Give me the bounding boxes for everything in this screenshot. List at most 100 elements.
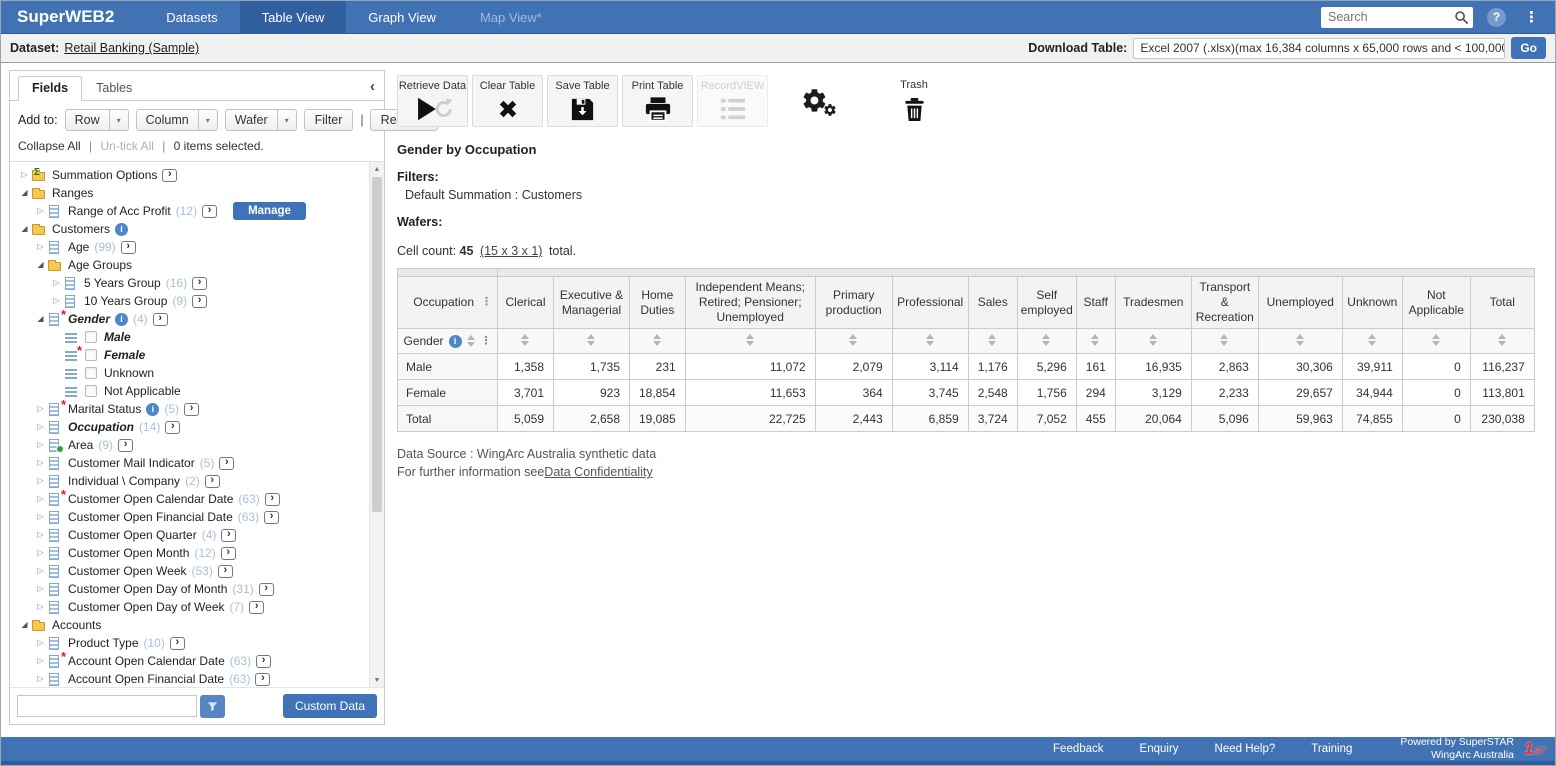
tree-item-area[interactable]: Area(9) <box>10 436 369 454</box>
sort-arrows-icon[interactable] <box>521 334 530 346</box>
expand-arrow-icon[interactable] <box>34 423 47 431</box>
sort-arrows-icon[interactable] <box>467 335 476 347</box>
expand-arrow-icon[interactable] <box>34 567 47 575</box>
chevron-down-icon[interactable] <box>198 110 217 130</box>
sort-arrows-icon[interactable] <box>1498 334 1507 346</box>
open-field-button[interactable] <box>184 403 199 416</box>
footer-link-enquiry[interactable]: Enquiry <box>1140 743 1179 755</box>
collapse-arrow-icon[interactable] <box>34 261 47 269</box>
sort-arrows-icon[interactable] <box>587 334 596 346</box>
add-to-column-button[interactable]: Column <box>136 109 218 131</box>
sort-arrows-icon[interactable] <box>1042 334 1051 346</box>
nav-item-map-view[interactable]: Map View* <box>458 1 564 33</box>
nav-item-table-view[interactable]: Table View <box>240 1 347 33</box>
tree-item-customer-open-week[interactable]: Customer Open Week(53) <box>10 562 369 580</box>
sort-arrows-icon[interactable] <box>746 334 755 346</box>
open-field-button[interactable] <box>192 277 207 290</box>
tab-tables[interactable]: Tables <box>82 76 146 101</box>
clear-table-button[interactable]: Clear Table <box>472 75 543 127</box>
open-field-button[interactable] <box>162 169 177 182</box>
tree-item-5-years-group[interactable]: 5 Years Group(16) <box>10 274 369 292</box>
collapse-arrow-icon[interactable] <box>18 621 31 629</box>
collapse-arrow-icon[interactable] <box>18 189 31 197</box>
sort-arrows-icon[interactable] <box>988 334 997 346</box>
tree-item-customer-open-day-of-month[interactable]: Customer Open Day of Month(31) <box>10 580 369 598</box>
expand-arrow-icon[interactable] <box>18 171 31 179</box>
custom-data-button[interactable]: Custom Data <box>283 694 377 718</box>
tree-item-age[interactable]: Age(99) <box>10 238 369 256</box>
download-format-select[interactable]: Excel 2007 (.xlsx)(max 16,384 columns x … <box>1133 38 1505 59</box>
collapse-arrow-icon[interactable] <box>34 315 47 323</box>
overflow-menu-icon[interactable] <box>1518 8 1545 26</box>
help-icon[interactable]: ? <box>1487 8 1506 27</box>
tree-scrollbar[interactable] <box>369 162 384 687</box>
open-field-button[interactable] <box>264 511 279 524</box>
scroll-up-icon[interactable] <box>370 162 384 176</box>
nav-item-datasets[interactable]: Datasets <box>144 1 239 33</box>
tree-item-customer-open-calendar-date[interactable]: Customer Open Calendar Date(63) <box>10 490 369 508</box>
collapse-all-link[interactable]: Collapse All <box>18 139 81 153</box>
expand-arrow-icon[interactable] <box>34 477 47 485</box>
expand-arrow-icon[interactable] <box>34 639 47 647</box>
collapse-arrow-icon[interactable] <box>18 225 31 233</box>
untick-all-link[interactable]: Un-tick All <box>101 139 154 153</box>
open-field-button[interactable] <box>256 655 271 668</box>
sort-arrows-icon[interactable] <box>926 334 935 346</box>
checkbox[interactable] <box>85 385 97 397</box>
open-field-button[interactable] <box>219 457 234 470</box>
field-search-input[interactable] <box>17 695 197 717</box>
search-box[interactable] <box>1321 7 1473 28</box>
tree-item-customers[interactable]: Customers <box>10 220 369 238</box>
tree-item-account-open-financial-date[interactable]: Account Open Financial Date(63) <box>10 670 369 687</box>
expand-arrow-icon[interactable] <box>34 441 47 449</box>
tree-item-customer-mail-indicator[interactable]: Customer Mail Indicator(5) <box>10 454 369 472</box>
add-to-filter-button[interactable]: Filter <box>304 109 354 131</box>
info-icon[interactable] <box>449 335 462 348</box>
tree-item-occupation[interactable]: Occupation(14) <box>10 418 369 436</box>
info-icon[interactable] <box>115 223 128 236</box>
open-field-button[interactable] <box>255 673 270 686</box>
manage-button[interactable]: Manage <box>233 202 306 220</box>
open-field-button[interactable] <box>165 421 180 434</box>
expand-arrow-icon[interactable] <box>34 495 47 503</box>
nav-item-graph-view[interactable]: Graph View <box>346 1 458 33</box>
expand-arrow-icon[interactable] <box>34 657 47 665</box>
go-button[interactable]: Go <box>1511 37 1546 59</box>
tree-item-customer-open-month[interactable]: Customer Open Month(12) <box>10 544 369 562</box>
expand-arrow-icon[interactable] <box>34 585 47 593</box>
footer-link-feedback[interactable]: Feedback <box>1053 743 1104 755</box>
scrollbar-thumb[interactable] <box>372 177 382 512</box>
expand-arrow-icon[interactable] <box>34 459 47 467</box>
tree-item-summation-options[interactable]: ΣSummation Options <box>10 166 369 184</box>
add-to-column-label[interactable]: Column <box>137 110 198 130</box>
open-field-button[interactable] <box>205 475 220 488</box>
checkbox[interactable] <box>85 349 97 361</box>
open-field-button[interactable] <box>221 547 236 560</box>
collapse-sidebar-icon[interactable] <box>370 78 375 95</box>
sort-arrows-icon[interactable] <box>1296 334 1305 346</box>
open-field-button[interactable] <box>202 205 217 218</box>
add-to-wafer-button[interactable]: Wafer <box>225 109 297 131</box>
checkbox[interactable] <box>85 367 97 379</box>
tree-item-ranges[interactable]: Ranges <box>10 184 369 202</box>
data-confidentiality-link[interactable]: Data Confidentiality <box>544 465 652 479</box>
cell-count-link[interactable]: (15 x 3 x 1) <box>480 244 543 258</box>
info-icon[interactable] <box>146 403 159 416</box>
tree-item-marital-status[interactable]: Marital Status(5) <box>10 400 369 418</box>
sort-arrows-icon[interactable] <box>653 334 662 346</box>
expand-arrow-icon[interactable] <box>50 279 63 287</box>
tree-item-gender[interactable]: Gender(4) <box>10 310 369 328</box>
dataset-link[interactable]: Retail Banking (Sample) <box>64 41 199 55</box>
print-table-button[interactable]: Print Table <box>622 75 693 127</box>
add-to-wafer-label[interactable]: Wafer <box>226 110 277 130</box>
search-icon[interactable] <box>1454 10 1469 30</box>
tree-item-accounts[interactable]: Accounts <box>10 616 369 634</box>
retrieve-data-button[interactable]: Retrieve Data <box>397 75 468 127</box>
open-field-button[interactable] <box>118 439 133 452</box>
open-field-button[interactable] <box>192 295 207 308</box>
scroll-down-icon[interactable] <box>370 673 384 687</box>
open-field-button[interactable] <box>218 565 233 578</box>
info-icon[interactable] <box>115 313 128 326</box>
tree-item-unknown[interactable]: Unknown <box>10 364 369 382</box>
open-field-button[interactable] <box>221 529 236 542</box>
